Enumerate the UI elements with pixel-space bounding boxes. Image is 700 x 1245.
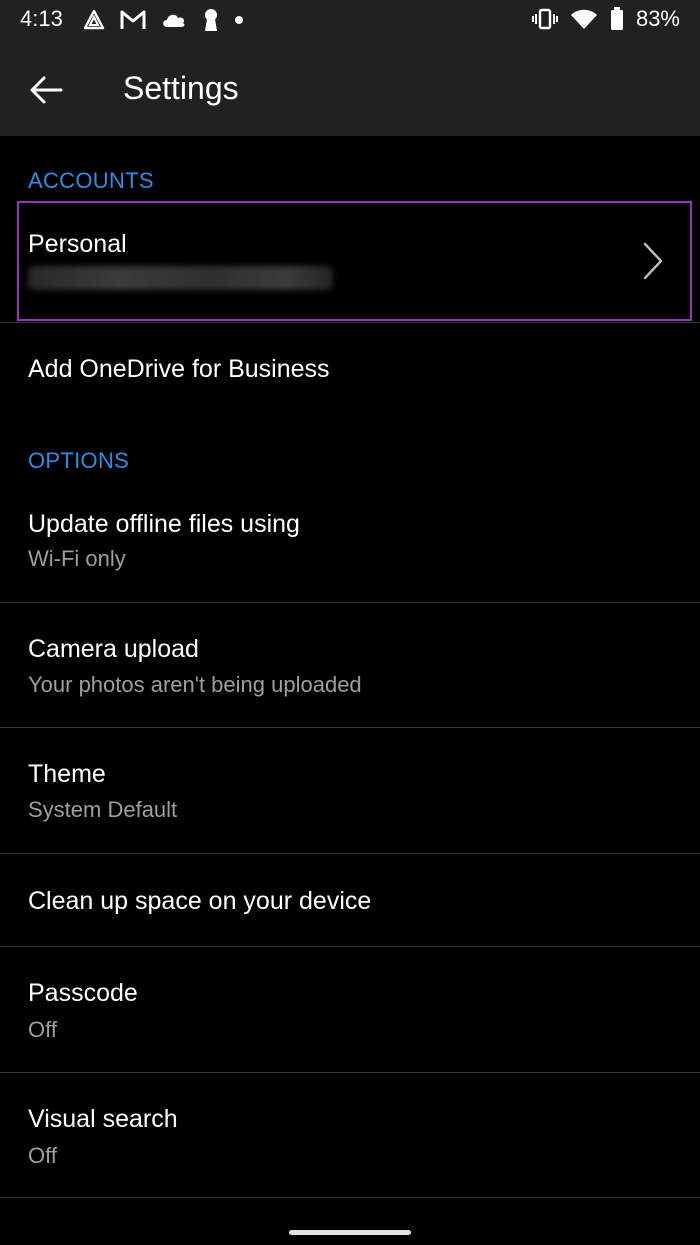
- battery-percent: 83%: [635, 6, 680, 31]
- vibrate-icon: [531, 8, 558, 30]
- status-bar: 4:13 83%: [0, 0, 700, 44]
- chevron-right-icon: [643, 242, 663, 280]
- option-title: Camera upload: [28, 635, 199, 663]
- theme-row[interactable]: Theme System Default: [0, 728, 700, 853]
- back-button[interactable]: [20, 66, 72, 114]
- option-title: Clean up space on your device: [28, 887, 372, 915]
- visual-search-row[interactable]: Visual search Off: [0, 1073, 700, 1197]
- option-subtitle: System Default: [28, 797, 178, 822]
- battery-icon: [610, 7, 623, 30]
- app-bar: Settings: [0, 44, 700, 136]
- camera-upload-row[interactable]: Camera upload Your photos aren't being u…: [0, 603, 700, 728]
- divider: [0, 1197, 700, 1198]
- navigation-icon: [83, 9, 105, 30]
- home-indicator[interactable]: [289, 1230, 411, 1235]
- selection-highlight: [17, 201, 692, 321]
- dot-icon: [235, 16, 243, 24]
- clean-up-space-row[interactable]: Clean up space on your device: [0, 854, 700, 946]
- option-subtitle: Wi-Fi only: [28, 546, 126, 571]
- gmail-icon: [120, 10, 146, 29]
- section-header-options: OPTIONS: [28, 448, 130, 473]
- status-system-icons: 83%: [531, 6, 680, 32]
- personal-account-row[interactable]: Personal: [0, 136, 700, 322]
- arrow-left-icon: [30, 76, 63, 104]
- keyhole-icon: [205, 9, 217, 31]
- option-subtitle: Off: [28, 1143, 57, 1168]
- passcode-row[interactable]: Passcode Off: [0, 947, 700, 1072]
- personal-label: Personal: [28, 230, 127, 258]
- add-onedrive-business-row[interactable]: Add OneDrive for Business: [0, 323, 700, 415]
- update-offline-files-row[interactable]: Update offline files using Wi-Fi only: [0, 486, 700, 602]
- status-time: 4:13: [20, 6, 63, 31]
- account-email-blurred: [28, 266, 333, 290]
- option-subtitle: Your photos aren't being uploaded: [28, 672, 362, 697]
- option-title: Theme: [28, 760, 106, 788]
- add-onedrive-business-label: Add OneDrive for Business: [28, 355, 330, 383]
- option-title: Passcode: [28, 979, 138, 1007]
- option-subtitle: Off: [28, 1017, 57, 1042]
- wifi-icon: [570, 9, 597, 29]
- status-notification-icons: [82, 8, 244, 32]
- option-title: Update offline files using: [28, 510, 300, 538]
- page-title: Settings: [123, 70, 239, 106]
- option-title: Visual search: [28, 1105, 178, 1133]
- cloud-icon: [163, 14, 185, 27]
